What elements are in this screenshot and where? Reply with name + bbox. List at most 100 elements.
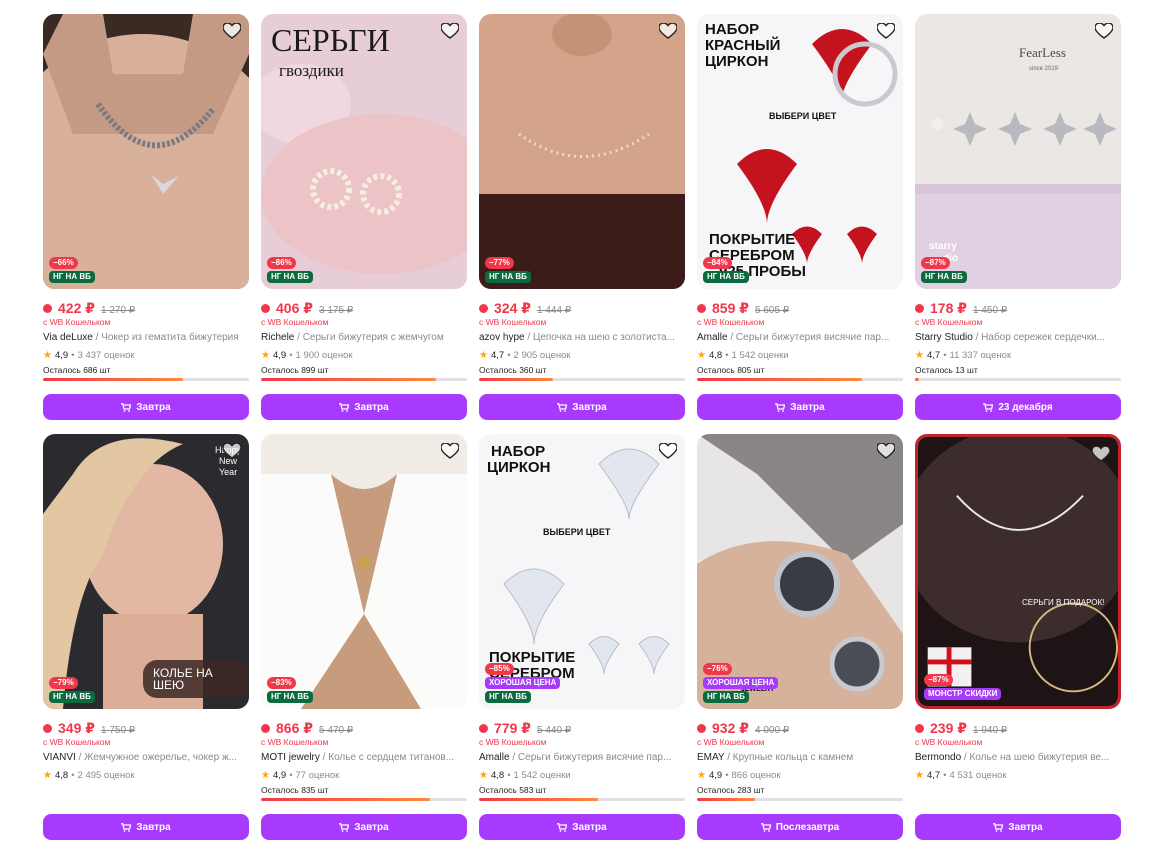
product-card[interactable]: −66% НГ НА ВБ 422 ₽ 1 270 ₽ с WB Кошельком Vi… bbox=[43, 14, 249, 434]
cart-icon bbox=[983, 402, 994, 412]
brand-name: MOTI jewelry bbox=[261, 752, 320, 763]
price: 349 ₽ bbox=[58, 720, 95, 736]
old-price: 1 750 ₽ bbox=[101, 725, 136, 736]
add-to-cart-button[interactable]: Завтра bbox=[261, 814, 467, 840]
add-to-cart-button[interactable]: Завтра bbox=[697, 394, 903, 420]
price-row: 859 ₽ 5 605 ₽ bbox=[697, 300, 903, 316]
price: 239 ₽ bbox=[930, 720, 967, 736]
add-to-cart-button[interactable]: Завтра bbox=[261, 394, 467, 420]
reviews-count[interactable]: 2 495 оценок bbox=[78, 770, 135, 781]
badge-stack: −76% ХОРОШАЯ ЦЕНА НГ НА ВБ bbox=[703, 663, 779, 703]
stock-left: Осталось 583 шт bbox=[479, 785, 547, 795]
product-image[interactable]: НАБОР ЦИРКОН ВЫБЕРИ ЦВЕТ ПОКРЫТИЕ СЕРЕБРОМ −8… bbox=[479, 434, 685, 709]
image-overlay-text: ПОКРЫТИЕ bbox=[709, 231, 796, 248]
stock-left: Осталось 283 шт bbox=[697, 785, 765, 795]
add-to-cart-button[interactable]: Завтра bbox=[479, 814, 685, 840]
stock-progress-bar bbox=[697, 378, 903, 381]
reviews-count[interactable]: 11 337 оценок bbox=[950, 350, 1012, 361]
wallet-icon bbox=[43, 304, 52, 313]
product-title[interactable]: Richele / Серьги бижутерия с жемчугом bbox=[261, 332, 467, 345]
product-image[interactable]: НАБОР КРАСНЫЙ ЦИРКОН ВЫБЕРИ ЦВЕТ ПОКРЫТИЕ СЕР… bbox=[697, 14, 903, 289]
product-name: Колье на шею бижутерия ве... bbox=[969, 752, 1110, 763]
product-card[interactable]: НАБОР КРАСНЫЙ ЦИРКОН ВЫБЕРИ ЦВЕТ ПОКРЫТИЕ СЕР… bbox=[697, 14, 903, 434]
product-card[interactable]: СЕРЬГИ гвоздики −86% НГ НА ВБ 406 ₽ 3 175 ₽ с … bbox=[261, 14, 467, 434]
product-image[interactable]: FearLess since 2019 starry dio −87% НГ НА ВБ bbox=[915, 14, 1121, 289]
dot-separator: • bbox=[507, 770, 511, 781]
rating-row: ★ 4,8 • 2 495 оценок bbox=[43, 769, 249, 782]
reviews-count[interactable]: 77 оценок bbox=[296, 770, 340, 781]
favorite-heart-icon[interactable] bbox=[875, 20, 897, 42]
brand-name: VIANVI bbox=[43, 752, 76, 763]
star-icon: ★ bbox=[261, 350, 270, 361]
product-title[interactable]: EMAY / Крупные кольца с камнем bbox=[697, 752, 903, 765]
dot-separator: • bbox=[289, 770, 293, 781]
favorite-heart-icon[interactable] bbox=[875, 440, 897, 462]
product-card[interactable]: −77% НГ НА ВБ 324 ₽ 1 444 ₽ с WB Кошельком az… bbox=[479, 14, 685, 434]
reviews-count[interactable]: 1 542 оценки bbox=[732, 350, 789, 361]
rating-row: ★ 4,7 • 2 905 оценок bbox=[479, 349, 685, 362]
product-card[interactable]: СЕРЬГИ В ПОДАРОК! −87% МОНСТР СКИДКИ 239 ₽ 1… bbox=[915, 434, 1121, 867]
reviews-count[interactable]: 2 905 оценок bbox=[514, 350, 571, 361]
favorite-heart-icon[interactable] bbox=[439, 20, 461, 42]
dot-separator: • bbox=[943, 770, 947, 781]
favorite-heart-icon[interactable] bbox=[657, 20, 679, 42]
product-image[interactable]: СЕРЬГИ гвоздики −86% НГ НА ВБ bbox=[261, 14, 467, 289]
product-image[interactable]: СЕРЬГИ В ПОДАРОК! −87% МОНСТР СКИДКИ bbox=[915, 434, 1121, 709]
wallet-icon bbox=[697, 304, 706, 313]
favorite-heart-icon[interactable] bbox=[221, 440, 243, 462]
cart-icon bbox=[993, 822, 1004, 832]
add-to-cart-button[interactable]: Завтра bbox=[43, 814, 249, 840]
price: 324 ₽ bbox=[494, 300, 531, 316]
add-to-cart-button[interactable]: Послезавтра bbox=[697, 814, 903, 840]
product-image[interactable]: −83% НГ НА ВБ bbox=[261, 434, 467, 709]
dot-separator: • bbox=[725, 350, 729, 361]
good-price-badge: ХОРОШАЯ ЦЕНА bbox=[485, 677, 561, 689]
star-icon: ★ bbox=[261, 770, 270, 781]
old-price: 5 605 ₽ bbox=[755, 305, 790, 316]
product-card[interactable]: FearLess since 2019 starry dio −87% НГ НА ВБ 1… bbox=[915, 14, 1121, 434]
product-image[interactable]: −77% НГ НА ВБ bbox=[479, 14, 685, 289]
reviews-count[interactable]: 4 531 оценок bbox=[950, 770, 1007, 781]
favorite-heart-icon[interactable] bbox=[1090, 443, 1112, 465]
wallet-icon bbox=[261, 304, 270, 313]
favorite-heart-icon[interactable] bbox=[439, 440, 461, 462]
product-image[interactable]: JEWELRY −76% ХОРОШАЯ ЦЕНА НГ НА ВБ bbox=[697, 434, 903, 709]
product-title[interactable]: MOTI jewelry / Колье с сердцем титанов..… bbox=[261, 752, 467, 765]
product-title[interactable]: Via deLuxe / Чокер из гематита бижутерия bbox=[43, 332, 249, 345]
image-overlay-text: НАБОР bbox=[491, 443, 546, 460]
new-year-badge: НГ НА ВБ bbox=[49, 691, 95, 703]
add-to-cart-button[interactable]: Завтра bbox=[915, 814, 1121, 840]
product-title[interactable]: Starry Studio / Набор сережек сердечки..… bbox=[915, 332, 1121, 345]
product-card[interactable]: КОЛЬЕ НА ШЕЮHappyNewYear−79%НГ НА ВБ 349 … bbox=[43, 434, 249, 867]
stock-progress-fill bbox=[915, 378, 920, 381]
reviews-count[interactable]: 1 542 оценки bbox=[514, 770, 571, 781]
product-image[interactable]: −66% НГ НА ВБ bbox=[43, 14, 249, 289]
image-overlay-text: ВЫБЕРИ ЦВЕТ bbox=[769, 111, 837, 121]
product-title[interactable]: VIANVI / Жемчужное ожерелье, чокер ж... bbox=[43, 752, 249, 765]
product-image[interactable]: КОЛЬЕ НА ШЕЮHappyNewYear−79%НГ НА ВБ bbox=[43, 434, 249, 709]
favorite-heart-icon[interactable] bbox=[657, 440, 679, 462]
old-price: 5 470 ₽ bbox=[319, 725, 354, 736]
monster-discount-badge: МОНСТР СКИДКИ bbox=[924, 688, 1002, 700]
product-card[interactable]: НАБОР ЦИРКОН ВЫБЕРИ ЦВЕТ ПОКРЫТИЕ СЕРЕБРОМ −8… bbox=[479, 434, 685, 867]
title-separator: / bbox=[724, 752, 733, 763]
product-title[interactable]: Amalle / Серьги бижутерия висячие пар... bbox=[479, 752, 685, 765]
product-title[interactable]: Amalle / Серьги бижутерия висячие пар... bbox=[697, 332, 903, 345]
product-name: Серьги бижутерия висячие пар... bbox=[517, 752, 672, 763]
product-card[interactable]: JEWELRY −76% ХОРОШАЯ ЦЕНА НГ НА ВБ 932 ₽4 00… bbox=[697, 434, 903, 867]
favorite-heart-icon[interactable] bbox=[221, 20, 243, 42]
favorite-heart-icon[interactable] bbox=[1093, 20, 1115, 42]
stock-progress-fill bbox=[479, 798, 599, 801]
add-to-cart-button[interactable]: Завтра bbox=[43, 394, 249, 420]
product-title[interactable]: Bermondo / Колье на шею бижутерия ве... bbox=[915, 752, 1121, 765]
new-year-badge: НГ НА ВБ bbox=[485, 271, 531, 283]
product-card[interactable]: −83% НГ НА ВБ 866 ₽ 5 470 ₽ с WB Кошельком MO… bbox=[261, 434, 467, 867]
product-title[interactable]: azov hype / Цепочка на шею с золотиста..… bbox=[479, 332, 685, 345]
product-name: Колье с сердцем титанов... bbox=[328, 752, 455, 763]
reviews-count[interactable]: 866 оценок bbox=[732, 770, 781, 781]
add-to-cart-button[interactable]: Завтра bbox=[479, 394, 685, 420]
add-to-cart-button[interactable]: 23 декабря bbox=[915, 394, 1121, 420]
cart-icon bbox=[760, 822, 771, 832]
reviews-count[interactable]: 3 437 оценок bbox=[78, 350, 135, 361]
reviews-count[interactable]: 1 900 оценок bbox=[296, 350, 353, 361]
